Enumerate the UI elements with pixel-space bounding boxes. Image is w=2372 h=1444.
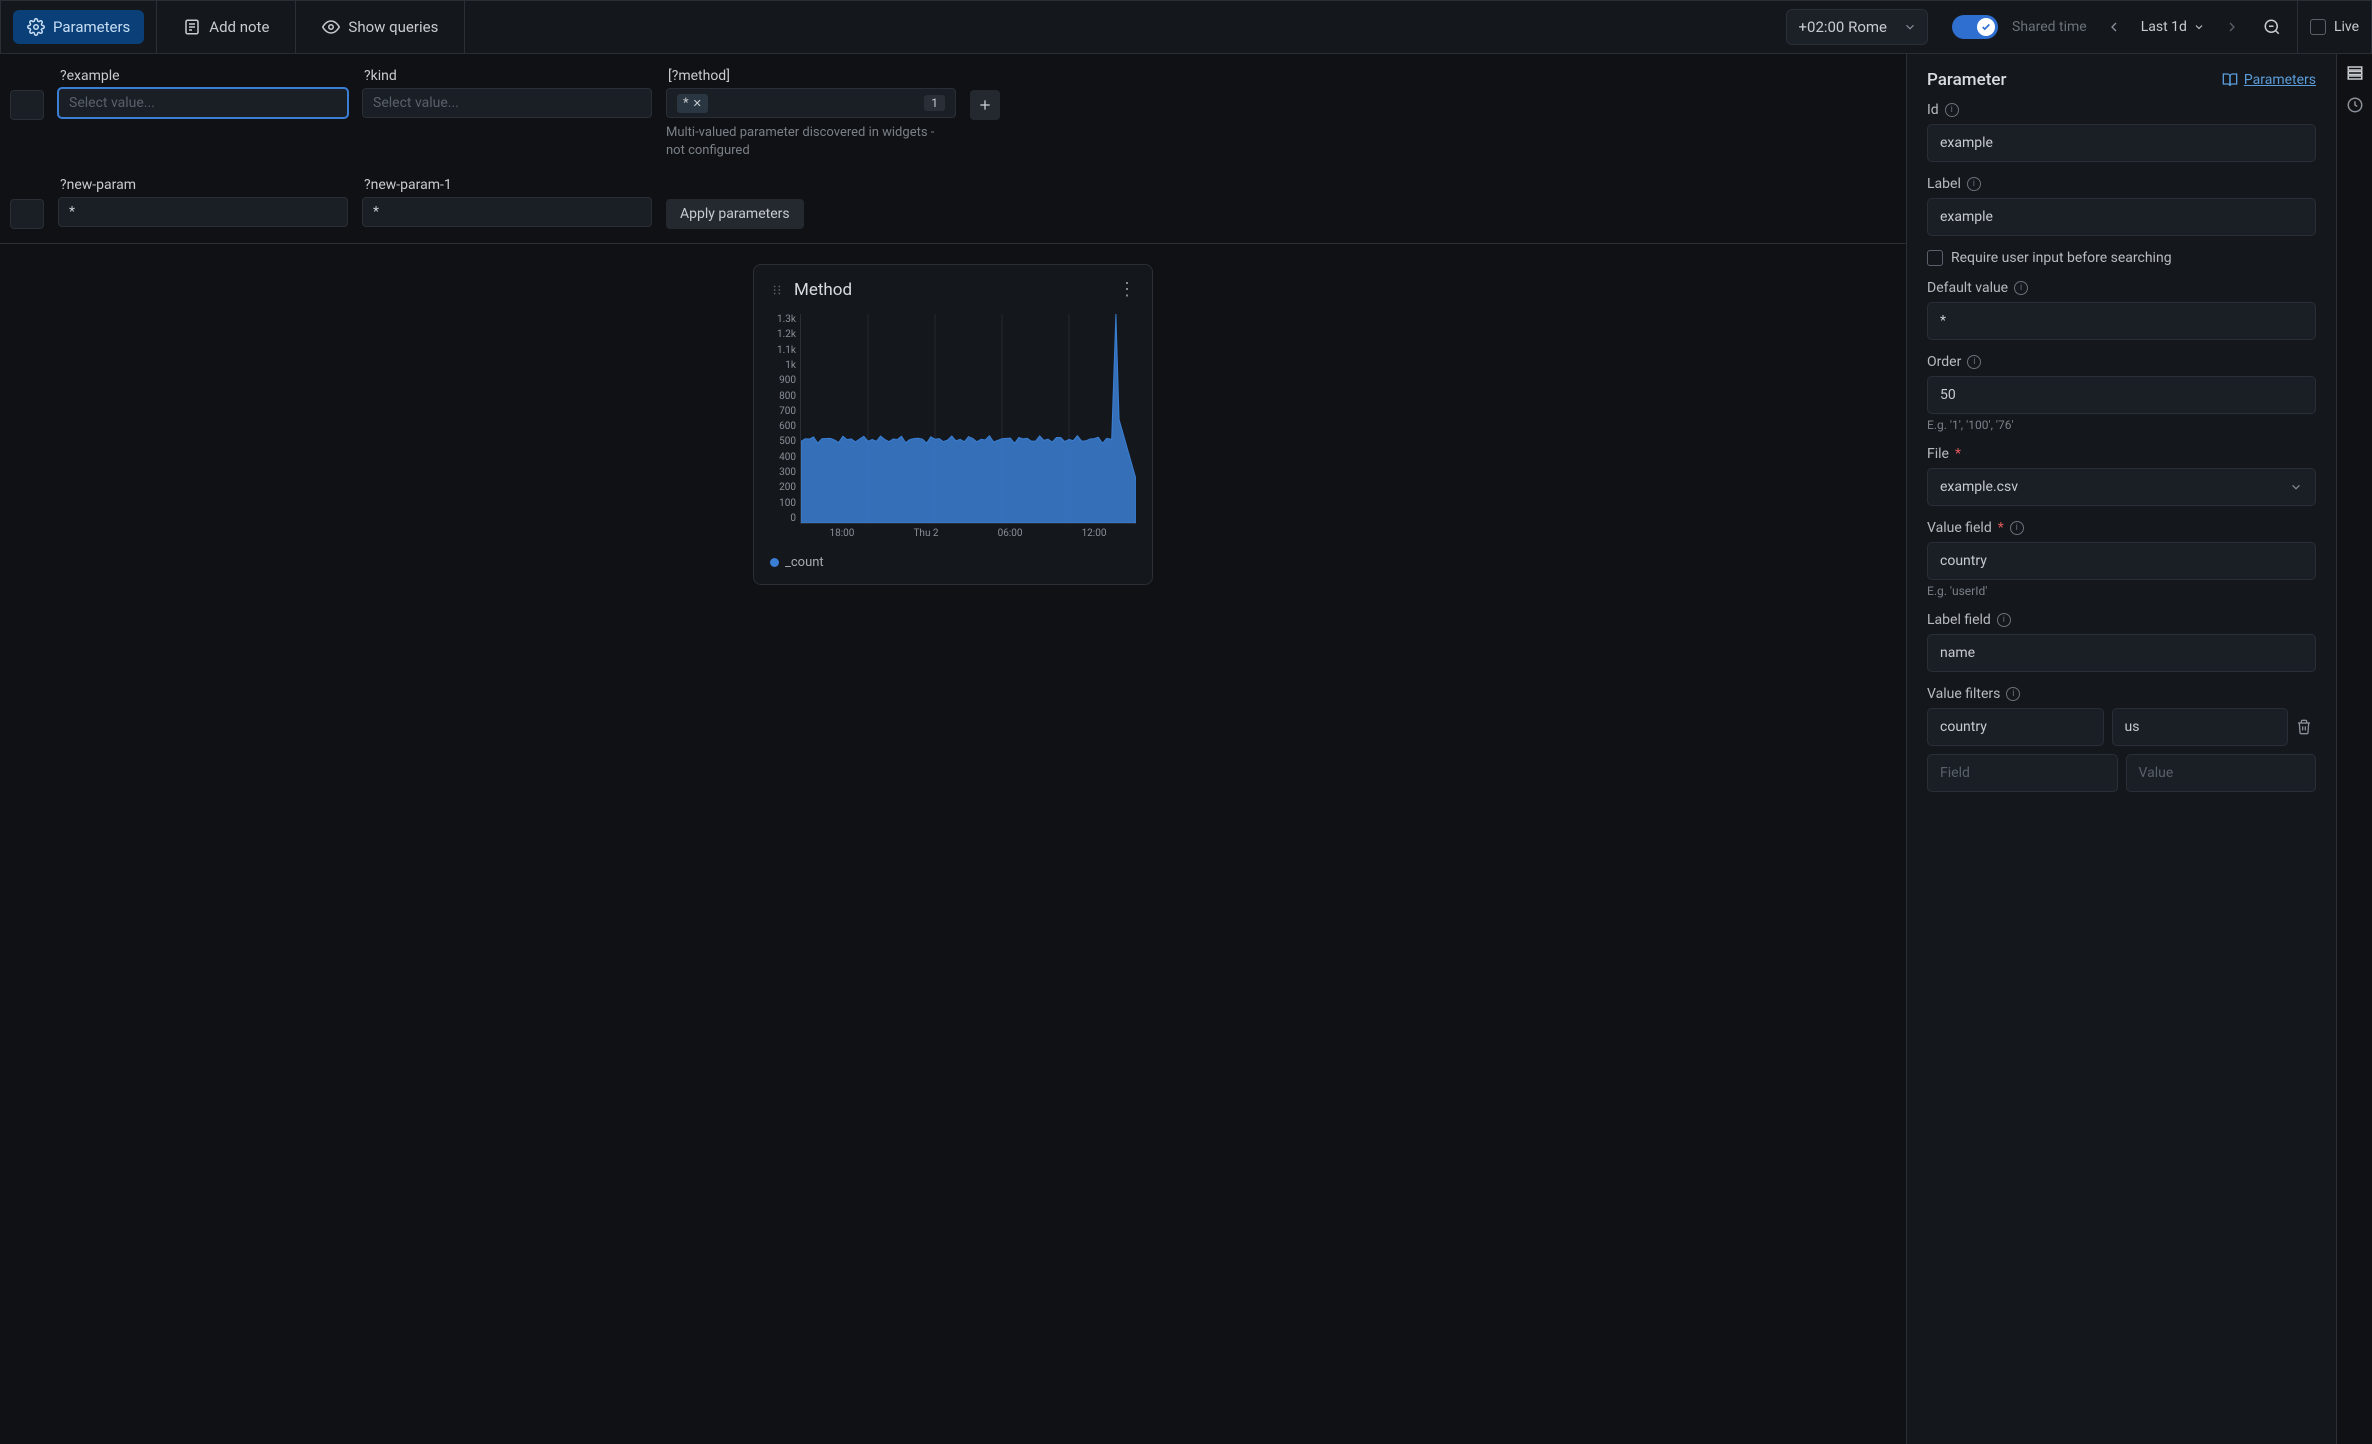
time-prev-button[interactable] [2101,14,2127,40]
eye-icon [322,18,340,36]
add-note-label: Add note [209,18,269,36]
parameters-button-label: Parameters [53,18,130,36]
widget-menu-button[interactable]: ⋮ [1118,279,1136,300]
require-label: Require user input before searching [1951,250,2172,266]
id-label: Id [1927,102,1939,118]
panel-title: Parameter [1927,70,2007,90]
param-prefix-slot[interactable] [10,90,44,120]
filter-value-input[interactable]: us [2112,708,2289,746]
widget-title: Method [794,280,1108,300]
order-label: Order [1927,354,1961,370]
time-range-select[interactable]: Last 1d [2141,19,2205,35]
param-input-method[interactable]: * ✕ 1 [666,88,956,118]
info-icon: i [1967,177,1981,191]
filter-field-input[interactable]: country [1927,708,2104,746]
add-parameter-button[interactable] [970,90,1000,120]
add-note-button[interactable]: Add note [169,10,283,44]
param-label-method: [?method] [666,68,956,84]
param-count-badge: 1 [924,95,945,111]
id-input[interactable]: example [1927,124,2316,162]
gear-icon [27,18,45,36]
right-rail [2336,54,2372,1444]
filters-label: Value filters [1927,686,2000,702]
require-input-checkbox[interactable] [1927,250,1943,266]
label-label: Label [1927,176,1961,192]
apply-parameters-button[interactable]: Apply parameters [666,199,804,229]
param-input-example[interactable]: Select value... [58,88,348,118]
chart-legend: _count [770,555,1136,570]
value-field-label: Value field [1927,520,1992,536]
param-input-new1[interactable]: * [362,197,652,227]
value-field-input[interactable]: country [1927,542,2316,580]
area-chart-svg [801,314,1136,523]
note-icon [183,18,201,36]
filter-value-placeholder[interactable]: Value [2126,754,2317,792]
shared-time-toggle[interactable] [1952,15,1998,39]
chevron-down-icon [1903,20,1917,34]
param-prefix-slot-2[interactable] [10,199,44,229]
parameter-panel: Parameter Parameters Id i example Label … [1906,54,2336,1444]
rail-list-icon[interactable] [2346,64,2364,82]
widget-card-method: Method ⋮ 1.3k1.2k1.1k1k90080070060050040… [753,264,1153,585]
chart-plot[interactable]: 1.3k1.2k1.1k1k90080070060050040030020010… [770,314,1136,524]
book-icon [2222,72,2238,88]
filter-field-placeholder[interactable]: Field [1927,754,2118,792]
info-icon: i [2006,687,2020,701]
chevron-down-icon [2193,21,2205,33]
file-label: File [1927,446,1949,462]
parameters-link[interactable]: Parameters [2222,72,2316,88]
top-toolbar: Parameters Add note Show queries +02:00 … [0,0,2372,54]
label-input[interactable]: example [1927,198,2316,236]
info-icon: i [2014,281,2028,295]
info-icon: i [1945,103,1959,117]
show-queries-label: Show queries [348,18,438,36]
live-label: Live [2334,19,2359,35]
legend-dot [770,558,779,567]
delete-filter-button[interactable] [2296,719,2316,735]
value-field-hint: E.g. 'userId' [1927,584,2316,598]
param-hint-method: Multi-valued parameter discovered in wid… [666,124,956,159]
shared-time-label: Shared time [2012,19,2087,35]
param-label-new1: ?new-param-1 [362,177,652,193]
chevron-down-icon [2289,480,2303,494]
parameters-button[interactable]: Parameters [13,10,144,44]
param-label-kind: ?kind [362,68,652,84]
parameters-bar: ?example Select value... ?kind Select va… [0,54,1906,244]
plot-area [800,314,1136,524]
default-input[interactable]: * [1927,302,2316,340]
param-label-new: ?new-param [58,177,348,193]
live-checkbox[interactable] [2310,19,2326,35]
drag-handle-icon[interactable] [770,283,784,297]
file-select[interactable]: example.csv [1927,468,2316,506]
timezone-value: +02:00 Rome [1799,18,1888,36]
param-input-kind[interactable]: Select value... [362,88,652,118]
rail-clock-icon[interactable] [2346,96,2364,114]
info-icon: i [1967,355,1981,369]
dashboard-canvas: Method ⋮ 1.3k1.2k1.1k1k90080070060050040… [0,244,1906,1444]
param-label-example: ?example [58,68,348,84]
time-range-label: Last 1d [2141,19,2187,35]
zoom-out-button[interactable] [2259,14,2285,40]
label-field-input[interactable]: name [1927,634,2316,672]
info-icon: i [2010,521,2024,535]
remove-tag-icon[interactable]: ✕ [693,97,702,110]
toggle-knob [1977,18,1995,36]
param-input-new[interactable]: * [58,197,348,227]
time-next-button[interactable] [2219,14,2245,40]
show-queries-button[interactable]: Show queries [308,10,452,44]
legend-label: _count [785,555,824,570]
x-axis: 18:00Thu 206:0012:00 [770,528,1136,539]
param-tag[interactable]: * ✕ [677,94,708,113]
order-input[interactable]: 50 [1927,376,2316,414]
label-field-label: Label field [1927,612,1991,628]
order-hint: E.g. '1', '100', '76' [1927,418,2316,432]
default-label: Default value [1927,280,2008,296]
y-axis: 1.3k1.2k1.1k1k90080070060050040030020010… [770,314,800,524]
timezone-select[interactable]: +02:00 Rome [1786,9,1929,45]
info-icon: i [1997,613,2011,627]
